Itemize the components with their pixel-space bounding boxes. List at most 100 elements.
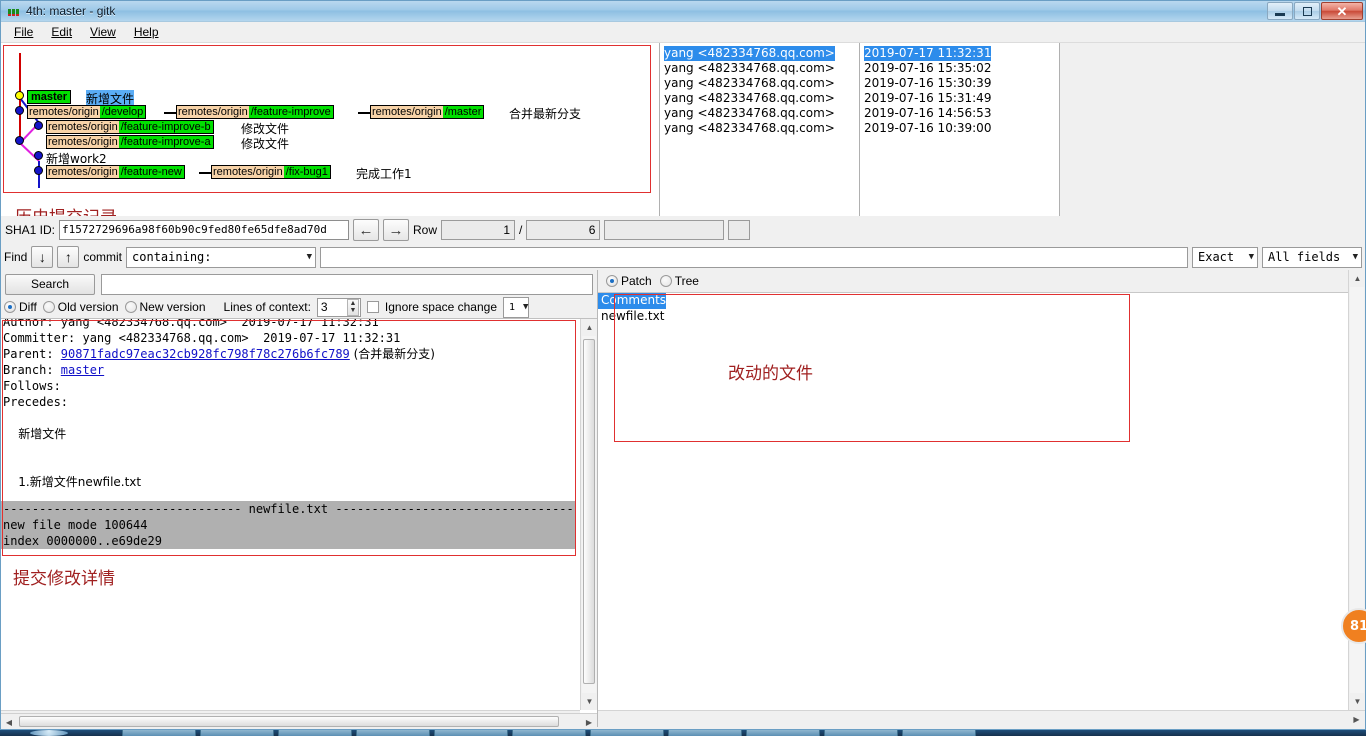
taskbar-item[interactable] bbox=[902, 730, 976, 736]
scroll-thumb[interactable] bbox=[583, 339, 595, 684]
search-button[interactable]: Search bbox=[5, 273, 95, 295]
file-list-row[interactable]: Comments bbox=[598, 293, 1348, 309]
radio-old-version[interactable]: Old version bbox=[42, 300, 119, 314]
start-orb[interactable] bbox=[30, 730, 68, 736]
ref-tag-feature-improve-b[interactable]: remotes/origin/feature-improve-b bbox=[46, 120, 214, 134]
forward-button[interactable]: → bbox=[383, 219, 410, 241]
scroll-left-icon[interactable]: ◀ bbox=[1, 714, 17, 730]
author-row[interactable]: yang <482334768.qq.com> bbox=[664, 121, 859, 136]
taskbar-item[interactable] bbox=[668, 730, 742, 736]
commit-message[interactable]: 完成工作1 bbox=[356, 165, 412, 182]
file-vertical-scrollbar[interactable]: ▲ ▼ bbox=[1348, 270, 1365, 710]
spinner-arrows-icon[interactable]: ▲ ▼ bbox=[346, 298, 359, 316]
find-exact-combo[interactable]: Exact ▼ bbox=[1192, 246, 1258, 268]
date-value: 2019-07-16 14:56:53 bbox=[864, 106, 992, 120]
parent-sha-link[interactable]: 90871fadc97eac32cb928fc798f78c276b6fc789 bbox=[61, 347, 350, 361]
author-row[interactable]: yang <482334768.qq.com> bbox=[664, 91, 859, 106]
graph-row[interactable]: remotes/origin/feature-improve-a 修改文件 bbox=[1, 134, 659, 151]
diff-vertical-scrollbar[interactable]: ▲ ▼ bbox=[580, 319, 597, 710]
author-row[interactable]: yang <482334768.qq.com> bbox=[664, 106, 859, 121]
taskbar-item[interactable] bbox=[356, 730, 430, 736]
taskbar-item[interactable] bbox=[122, 730, 196, 736]
find-input[interactable] bbox=[320, 246, 1188, 268]
graph-row[interactable]: remotes/origin/feature-improve-b 修改文件 bbox=[1, 119, 659, 136]
chevron-down-icon: ▼ bbox=[1248, 252, 1254, 262]
context-spinner[interactable]: 3 ▲ ▼ bbox=[316, 297, 361, 317]
ref-tag-remote-master[interactable]: remotes/origin/master bbox=[370, 105, 485, 119]
taskbar-item[interactable] bbox=[590, 730, 664, 736]
date-row[interactable]: 2019-07-16 10:39:00 bbox=[864, 121, 1059, 136]
diff-view[interactable]: Author: yang <482334768.qq.com> 2019-07-… bbox=[1, 318, 597, 727]
author-row[interactable]: yang <482334768.qq.com> bbox=[664, 76, 859, 91]
gitk-icon bbox=[6, 3, 22, 19]
scroll-down-icon[interactable]: ▼ bbox=[1349, 693, 1366, 710]
find-next-button[interactable]: ↓ bbox=[31, 246, 54, 268]
scroll-up-icon[interactable]: ▲ bbox=[581, 319, 597, 336]
scroll-right-icon[interactable]: ▶ bbox=[581, 714, 597, 730]
ref-tag-master[interactable]: master bbox=[27, 90, 72, 104]
author-row[interactable]: yang <482334768.qq.com> bbox=[664, 61, 859, 76]
scroll-right-icon[interactable]: ▶ bbox=[1348, 711, 1365, 728]
taskbar-item[interactable] bbox=[200, 730, 274, 736]
commit-graph-pane[interactable]: master 新增文件 remotes/origin/develop remot… bbox=[1, 43, 659, 216]
arrow-left-icon: ← bbox=[358, 221, 374, 239]
date-row[interactable]: 2019-07-17 11:32:31 bbox=[864, 46, 1059, 61]
file-horizontal-scrollbar[interactable]: ▶ bbox=[598, 710, 1365, 727]
ref-tag-develop[interactable]: remotes/origin/develop bbox=[27, 105, 147, 119]
back-button[interactable]: ← bbox=[353, 219, 380, 241]
outer-horizontal-scrollbar[interactable]: ◀ ▶ bbox=[1, 713, 597, 729]
graph-row[interactable]: master 新增文件 bbox=[1, 89, 659, 107]
author-column[interactable]: yang <482334768.qq.com> yang <482334768.… bbox=[659, 43, 859, 216]
graph-row[interactable]: 新增work2 bbox=[1, 149, 659, 166]
menu-help[interactable]: Help bbox=[125, 23, 168, 41]
scroll-up-icon[interactable]: ▲ bbox=[1349, 270, 1366, 287]
file-item-comments[interactable]: Comments bbox=[598, 293, 667, 309]
sha-input[interactable]: f1572729696a98f60b90c9fed80fe65dfe8ad70d bbox=[59, 220, 350, 240]
ignore-space-checkbox[interactable] bbox=[366, 301, 379, 313]
radio-diff[interactable]: Diff bbox=[4, 300, 37, 314]
file-list[interactable]: Comments newfile.txt 改动的文件 bbox=[598, 292, 1348, 710]
taskbar-item[interactable] bbox=[512, 730, 586, 736]
date-row[interactable]: 2019-07-16 15:30:39 bbox=[864, 76, 1059, 91]
file-list-row[interactable]: newfile.txt bbox=[598, 309, 1348, 325]
date-column[interactable]: 2019-07-17 11:32:31 2019-07-16 15:35:02 … bbox=[859, 43, 1059, 216]
author-row[interactable]: yang <482334768.qq.com> bbox=[664, 46, 859, 61]
close-button[interactable]: ✕ bbox=[1321, 2, 1363, 20]
maximize-button[interactable] bbox=[1294, 2, 1320, 20]
menu-view[interactable]: View bbox=[81, 23, 125, 41]
minimize-button[interactable] bbox=[1267, 2, 1293, 20]
ref-name: /feature-improve-a bbox=[118, 136, 213, 148]
branch-link[interactable]: master bbox=[61, 363, 104, 377]
ref-tag-fix-bug1[interactable]: remotes/origin/fix-bug1 bbox=[211, 165, 331, 179]
top-panes: master 新增文件 remotes/origin/develop remot… bbox=[1, 43, 1365, 216]
scroll-thumb[interactable] bbox=[19, 716, 559, 727]
menu-edit[interactable]: Edit bbox=[42, 23, 81, 41]
date-row[interactable]: 2019-07-16 15:35:02 bbox=[864, 61, 1059, 76]
menu-edit-label: Edit bbox=[51, 25, 73, 39]
date-row[interactable]: 2019-07-16 14:56:53 bbox=[864, 106, 1059, 121]
scroll-down-icon[interactable]: ▼ bbox=[581, 693, 597, 710]
graph-row[interactable]: remotes/origin/feature-new remotes/origi… bbox=[1, 164, 659, 182]
find-mode-combo[interactable]: containing: ▼ bbox=[126, 246, 317, 268]
find-exact-value: Exact bbox=[1198, 250, 1235, 264]
file-item-newfile[interactable]: newfile.txt bbox=[598, 309, 664, 325]
radio-tree[interactable]: Tree bbox=[659, 274, 699, 288]
menu-file[interactable]: File bbox=[5, 23, 42, 41]
ref-tag-feature-improve[interactable]: remotes/origin/feature-improve bbox=[176, 105, 334, 119]
graph-row[interactable]: remotes/origin/develop remotes/origin/fe… bbox=[1, 104, 659, 121]
radio-new-version[interactable]: New version bbox=[124, 300, 206, 314]
taskbar-item[interactable] bbox=[434, 730, 508, 736]
date-row[interactable]: 2019-07-16 15:31:49 bbox=[864, 91, 1059, 106]
radio-patch[interactable]: Patch bbox=[606, 274, 652, 288]
radio-icon bbox=[606, 275, 618, 287]
ref-tag-feature-new[interactable]: remotes/origin/feature-new bbox=[46, 165, 185, 179]
diff-line-branch: Branch: master bbox=[3, 363, 104, 377]
taskbar-item[interactable] bbox=[278, 730, 352, 736]
tail-combo[interactable]: 1 ▼ bbox=[503, 296, 530, 318]
find-prev-button[interactable]: ↑ bbox=[57, 246, 80, 268]
taskbar-item[interactable] bbox=[824, 730, 898, 736]
search-input[interactable] bbox=[101, 273, 593, 295]
ref-tag-feature-improve-a[interactable]: remotes/origin/feature-improve-a bbox=[46, 135, 214, 149]
find-fields-combo[interactable]: All fields ▼ bbox=[1262, 246, 1362, 268]
taskbar-item[interactable] bbox=[746, 730, 820, 736]
